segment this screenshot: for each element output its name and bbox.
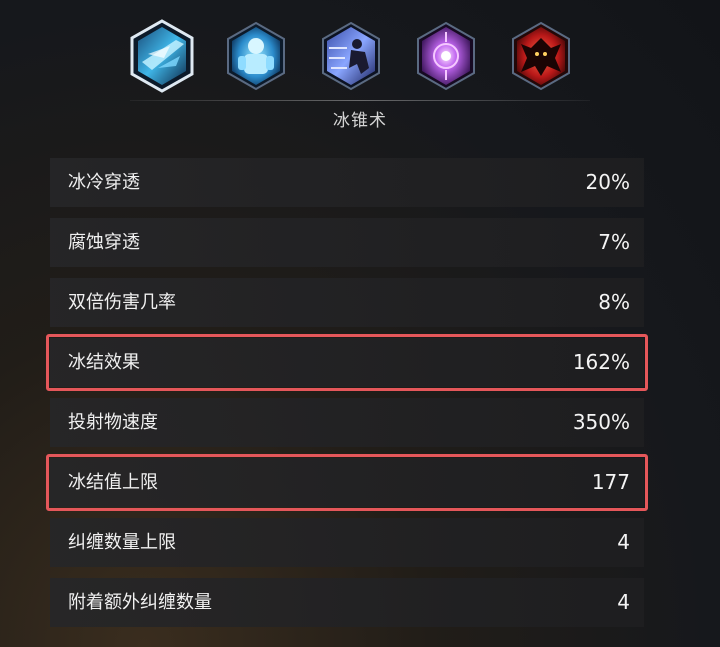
skill-dash[interactable] bbox=[317, 18, 385, 94]
stat-label: 腐蚀穿透 bbox=[68, 232, 140, 253]
stat-row-double-damage-chance: 双倍伤害几率 8% bbox=[50, 278, 644, 327]
stat-row-extra-entangle: 附着额外纠缠数量 4 bbox=[50, 578, 644, 627]
stat-value: 8% bbox=[598, 290, 630, 314]
stat-label: 冰结值上限 bbox=[68, 472, 158, 493]
stat-value: 4 bbox=[617, 530, 630, 554]
stat-label: 双倍伤害几率 bbox=[68, 292, 176, 313]
demon-icon bbox=[512, 21, 570, 91]
dash-figure-icon bbox=[322, 21, 380, 91]
stat-row-freeze-cap: 冰结值上限 177 bbox=[46, 454, 648, 511]
skill-ice-golem[interactable] bbox=[222, 18, 290, 94]
skill-demon[interactable] bbox=[507, 18, 575, 94]
stats-list: 冰冷穿透 20% 腐蚀穿透 7% 双倍伤害几率 8% 冰结效果 162% 投射物… bbox=[46, 158, 648, 638]
stat-value: 4 bbox=[617, 590, 630, 614]
skill-selector bbox=[0, 18, 720, 98]
stat-label: 冰冷穿透 bbox=[68, 172, 140, 193]
stat-label: 纠缠数量上限 bbox=[68, 532, 176, 553]
ice-golem-icon bbox=[227, 21, 285, 91]
stat-value: 162% bbox=[572, 350, 630, 374]
stat-row-projectile-speed: 投射物速度 350% bbox=[50, 398, 644, 447]
skill-divider bbox=[130, 100, 590, 101]
stat-row-corrosion-penetration: 腐蚀穿透 7% bbox=[50, 218, 644, 267]
arcane-orb-icon bbox=[417, 21, 475, 91]
stat-row-entangle-cap: 纠缠数量上限 4 bbox=[50, 518, 644, 567]
stat-row-cold-penetration: 冰冷穿透 20% bbox=[50, 158, 644, 207]
skill-ice-shard[interactable] bbox=[128, 18, 196, 94]
stat-row-freeze-effect: 冰结效果 162% bbox=[46, 334, 648, 391]
ice-shard-icon bbox=[130, 19, 194, 93]
stat-value: 350% bbox=[572, 410, 630, 434]
stat-label: 投射物速度 bbox=[68, 412, 158, 433]
stat-value: 177 bbox=[591, 470, 630, 494]
skill-arcane-orb[interactable] bbox=[412, 18, 480, 94]
stat-value: 7% bbox=[598, 230, 630, 254]
stat-value: 20% bbox=[585, 170, 630, 194]
skill-name: 冰锥术 bbox=[333, 111, 387, 131]
stat-label: 冰结效果 bbox=[68, 352, 140, 373]
stat-label: 附着额外纠缠数量 bbox=[68, 592, 212, 613]
